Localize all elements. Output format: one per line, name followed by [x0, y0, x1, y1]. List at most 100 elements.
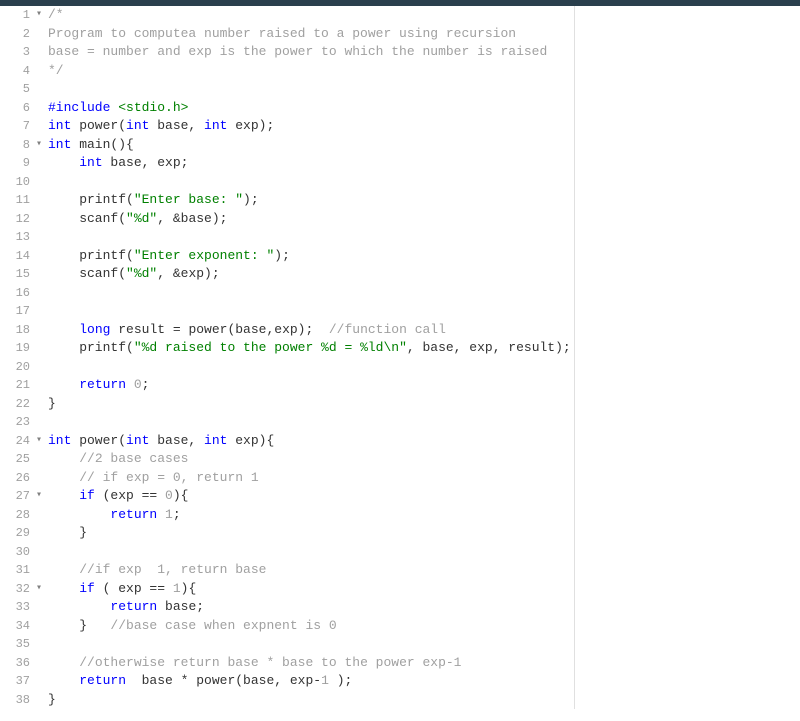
code-content[interactable]: return 0;	[44, 376, 149, 395]
code-content[interactable]: return base * power(base, exp-1 );	[44, 672, 352, 691]
code-line[interactable]: 28 return 1;	[0, 506, 574, 525]
code-content[interactable]	[44, 302, 48, 321]
fold-marker[interactable]: ▾	[36, 487, 44, 506]
fold-marker[interactable]: ▾	[36, 432, 44, 451]
code-content[interactable]: int power(int base, int exp);	[44, 117, 274, 136]
code-content[interactable]: return 1;	[44, 506, 181, 525]
code-line[interactable]: 10	[0, 173, 574, 192]
editor-pane[interactable]: 1▾/*2Program to computea number raised t…	[0, 6, 575, 709]
code-line[interactable]: 22}	[0, 395, 574, 414]
code-content[interactable]	[44, 173, 48, 192]
code-line[interactable]: 9 int base, exp;	[0, 154, 574, 173]
code-line[interactable]: 35	[0, 635, 574, 654]
code-content[interactable]: /*	[44, 6, 64, 25]
code-content[interactable]: long result = power(base,exp); //functio…	[44, 321, 446, 340]
code-content[interactable]: */	[44, 62, 64, 81]
code-line[interactable]: 2Program to computea number raised to a …	[0, 25, 574, 44]
code-line[interactable]: 38}	[0, 691, 574, 710]
code-line[interactable]: 31 //if exp 1, return base	[0, 561, 574, 580]
code-content[interactable]: scanf("%d", &exp);	[44, 265, 220, 284]
code-line[interactable]: 6#include <stdio.h>	[0, 99, 574, 118]
code-token: int	[48, 118, 71, 133]
code-content[interactable]: return base;	[44, 598, 204, 617]
code-content[interactable]: //2 base cases	[44, 450, 188, 469]
code-line[interactable]: 37 return base * power(base, exp-1 );	[0, 672, 574, 691]
code-line[interactable]: 33 return base;	[0, 598, 574, 617]
code-line[interactable]: 11 printf("Enter base: ");	[0, 191, 574, 210]
code-token	[48, 488, 79, 503]
code-line[interactable]: 26 // if exp = 0, return 1	[0, 469, 574, 488]
code-content[interactable]: //if exp 1, return base	[44, 561, 266, 580]
fold-marker[interactable]: ▾	[36, 136, 44, 155]
line-number: 13	[0, 228, 36, 247]
code-line[interactable]: 30	[0, 543, 574, 562]
code-line[interactable]: 5	[0, 80, 574, 99]
code-content[interactable]: printf("Enter exponent: ");	[44, 247, 290, 266]
code-line[interactable]: 13	[0, 228, 574, 247]
code-content[interactable]: int main(){	[44, 136, 134, 155]
code-content[interactable]: }	[44, 395, 56, 414]
code-line[interactable]: 25 //2 base cases	[0, 450, 574, 469]
code-line[interactable]: 4*/	[0, 62, 574, 81]
code-content[interactable]: printf("Enter base: ");	[44, 191, 259, 210]
code-content[interactable]	[44, 80, 48, 99]
code-line[interactable]: 12 scanf("%d", &base);	[0, 210, 574, 229]
line-number: 32	[0, 580, 36, 599]
code-line[interactable]: 36 //otherwise return base * base to the…	[0, 654, 574, 673]
code-line[interactable]: 20	[0, 358, 574, 377]
code-content[interactable]: int base, exp;	[44, 154, 188, 173]
code-token: Program to computea number raised to a p…	[48, 26, 516, 41]
code-token: //2 base cases	[79, 451, 188, 466]
fold-marker	[36, 395, 44, 414]
code-token: scanf(	[48, 266, 126, 281]
code-content[interactable]: } //base case when expnent is 0	[44, 617, 337, 636]
fold-marker	[36, 672, 44, 691]
code-content[interactable]	[44, 228, 48, 247]
code-content[interactable]	[44, 543, 48, 562]
code-content[interactable]: #include <stdio.h>	[44, 99, 188, 118]
code-content[interactable]: }	[44, 524, 87, 543]
code-content[interactable]: if (exp == 0){	[44, 487, 188, 506]
code-line[interactable]: 1▾/*	[0, 6, 574, 25]
fold-marker	[36, 617, 44, 636]
code-content[interactable]: if ( exp == 1){	[44, 580, 196, 599]
code-line[interactable]: 21 return 0;	[0, 376, 574, 395]
code-line[interactable]: 24▾int power(int base, int exp){	[0, 432, 574, 451]
code-line[interactable]: 18 long result = power(base,exp); //func…	[0, 321, 574, 340]
code-content[interactable]: base = number and exp is the power to wh…	[44, 43, 547, 62]
code-token: power(	[71, 433, 126, 448]
code-line[interactable]: 19 printf("%d raised to the power %d = %…	[0, 339, 574, 358]
code-line[interactable]: 7int power(int base, int exp);	[0, 117, 574, 136]
code-line[interactable]: 34 } //base case when expnent is 0	[0, 617, 574, 636]
code-content[interactable]: //otherwise return base * base to the po…	[44, 654, 461, 673]
code-line[interactable]: 17	[0, 302, 574, 321]
code-line[interactable]: 3base = number and exp is the power to w…	[0, 43, 574, 62]
code-line[interactable]: 8▾int main(){	[0, 136, 574, 155]
line-number: 11	[0, 191, 36, 210]
code-content[interactable]	[44, 413, 48, 432]
code-token: "%d raised to the power %d = %ld\n"	[134, 340, 407, 355]
code-line[interactable]: 14 printf("Enter exponent: ");	[0, 247, 574, 266]
code-content[interactable]: int power(int base, int exp){	[44, 432, 274, 451]
code-content[interactable]: printf("%d raised to the power %d = %ld\…	[44, 339, 571, 358]
code-content[interactable]: scanf("%d", &base);	[44, 210, 227, 229]
fold-marker[interactable]: ▾	[36, 580, 44, 599]
code-content[interactable]: Program to computea number raised to a p…	[44, 25, 516, 44]
code-token: ( exp ==	[95, 581, 173, 596]
code-content[interactable]	[44, 284, 48, 303]
code-content[interactable]	[44, 358, 48, 377]
code-line[interactable]: 16	[0, 284, 574, 303]
code-line[interactable]: 23	[0, 413, 574, 432]
code-token: if	[79, 488, 95, 503]
line-number: 24	[0, 432, 36, 451]
code-token: //otherwise return base * base to the po…	[79, 655, 461, 670]
code-content[interactable]: // if exp = 0, return 1	[44, 469, 259, 488]
code-line[interactable]: 27▾ if (exp == 0){	[0, 487, 574, 506]
fold-marker	[36, 154, 44, 173]
fold-marker[interactable]: ▾	[36, 6, 44, 25]
code-content[interactable]: }	[44, 691, 56, 710]
code-line[interactable]: 32▾ if ( exp == 1){	[0, 580, 574, 599]
code-content[interactable]	[44, 635, 48, 654]
code-line[interactable]: 15 scanf("%d", &exp);	[0, 265, 574, 284]
code-line[interactable]: 29 }	[0, 524, 574, 543]
